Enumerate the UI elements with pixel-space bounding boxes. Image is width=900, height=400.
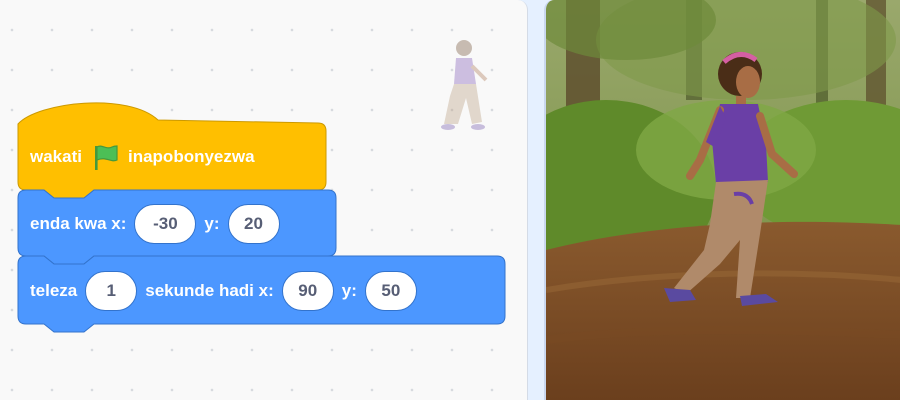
sprite-ghost-icon [436,36,492,136]
goto-label: enda kwa x: [30,214,127,233]
event-label-clicked: inapobonyezwa [127,147,255,166]
event-label-when: wakati [30,147,82,166]
when-flag-clicked-block[interactable]: wakati inapobonyezwa [17,98,327,199]
go-to-xy-block[interactable]: enda kwa x: -30 y: 20 [17,189,337,265]
glide-x-input[interactable]: 90 [281,271,334,311]
green-flag-icon [90,142,120,172]
panel-divider [528,0,544,400]
glide-y-input[interactable]: 50 [364,271,417,311]
glide-to-xy-block[interactable]: teleza 1 sekunde hadi x: 90 y: 50 [17,255,506,333]
stage[interactable] [544,0,900,400]
glide-mid-label: sekunde hadi x: [145,281,274,300]
glide-seconds-input[interactable]: 1 [85,271,138,311]
goto-y-input[interactable]: 20 [227,204,280,244]
glide-label: teleza [30,281,78,300]
code-area[interactable]: wakati inapobonyezwa enda kwa x: -30 y: … [0,0,528,400]
walking-girl-sprite[interactable] [656,44,806,324]
goto-y-label: y: [204,214,220,233]
glide-y-label: y: [341,281,357,300]
goto-x-input[interactable]: -30 [134,204,197,244]
